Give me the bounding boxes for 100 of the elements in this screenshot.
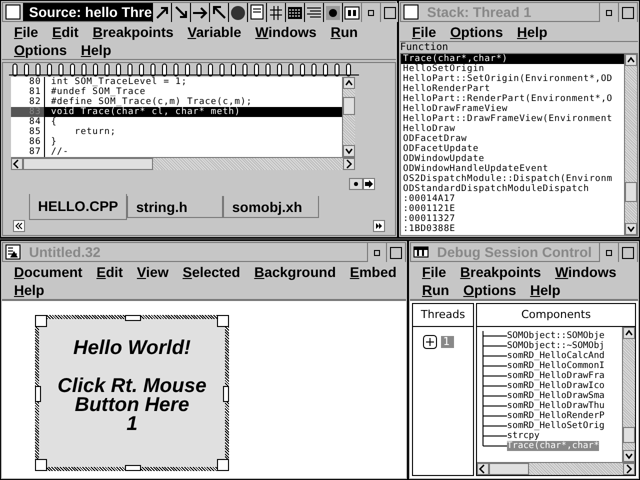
stack-frame[interactable]: HelloPart::DrawFrameView(Environment: [401, 114, 624, 124]
menu-item[interactable]: Help: [530, 282, 560, 298]
scroll-up-button[interactable]: [623, 327, 635, 339]
menu-item[interactable]: Help: [517, 24, 548, 40]
list-icon[interactable]: [304, 3, 323, 22]
component-item[interactable]: strcpy: [507, 431, 540, 441]
menu-item[interactable]: Breakpoints: [92, 24, 174, 40]
scroll-left-button[interactable]: [11, 158, 23, 170]
menu-item[interactable]: Options: [463, 282, 516, 298]
menu-item[interactable]: Variable: [188, 24, 242, 40]
scroll-tabs-left-button[interactable]: [13, 220, 25, 232]
resize-handle[interactable]: [35, 459, 47, 471]
resize-handle[interactable]: [125, 315, 141, 321]
stack-frame[interactable]: Trace(char*,char*): [401, 54, 624, 64]
stack-frame[interactable]: :1BD0388E: [401, 224, 624, 234]
scroll-up-button[interactable]: [343, 77, 355, 89]
stack-frame[interactable]: ODStandardDispatchModuleDispatch: [401, 184, 624, 194]
menu-item[interactable]: Embed: [350, 264, 397, 280]
component-item[interactable]: somRD_HelloDrawIco: [507, 381, 605, 391]
menu-item[interactable]: Windows: [555, 264, 616, 280]
minimize-button[interactable]: [367, 243, 386, 262]
menu-item[interactable]: Windows: [255, 24, 317, 40]
vertical-scrollbar[interactable]: [622, 327, 635, 462]
system-menu-icon[interactable]: [413, 244, 429, 260]
scroll-thumb[interactable]: [625, 182, 637, 202]
scroll-down-button[interactable]: [623, 450, 635, 462]
circle-icon[interactable]: [228, 3, 247, 22]
component-item[interactable]: SOMObject::~SOMObj: [507, 341, 605, 351]
menu-item[interactable]: Selected: [182, 264, 240, 280]
menu-item[interactable]: Help: [14, 282, 44, 298]
stack-frame[interactable]: HelloSetOrigin: [401, 64, 624, 74]
scroll-thumb[interactable]: [489, 463, 529, 475]
stack-frame[interactable]: ODWindowHandleUpdateEvent: [401, 164, 624, 174]
resize-handle[interactable]: [223, 386, 229, 402]
component-item[interactable]: somRD_HelloCommonI: [507, 361, 605, 371]
scroll-up-button[interactable]: [625, 54, 637, 66]
menu-item[interactable]: Run: [330, 24, 358, 40]
scroll-right-button[interactable]: [623, 463, 635, 475]
embedded-part[interactable]: Hello World! Click Rt. Mouse Button Here 1: [35, 315, 229, 471]
file-tab[interactable]: string.h: [127, 196, 224, 218]
page-forward-icon[interactable]: [363, 178, 375, 190]
component-item[interactable]: somRD_HelloRenderP: [507, 411, 605, 421]
menu-item[interactable]: Document: [14, 264, 82, 280]
maximize-button[interactable]: [380, 3, 399, 22]
stack-frame[interactable]: ODFacetUpdate: [401, 144, 624, 154]
component-item[interactable]: somRD_HelloDrawSma: [507, 391, 605, 401]
horizontal-scrollbar[interactable]: [11, 157, 355, 170]
stack-frame[interactable]: :00014A17: [401, 194, 624, 204]
menu-item[interactable]: Options: [14, 42, 67, 58]
source-line[interactable]: 81 #undef SOM_Trace: [11, 87, 342, 97]
maximize-button[interactable]: [386, 243, 405, 262]
component-item[interactable]: somRD_HelloSetOrig: [507, 421, 605, 431]
menu-item[interactable]: File: [14, 24, 38, 40]
stack-frame[interactable]: HelloPart::SetOrigin(Environment*,OD: [401, 74, 624, 84]
minimize-button[interactable]: [599, 243, 618, 262]
component-item[interactable]: somRD_HelloDrawFra: [507, 371, 605, 381]
horizontal-scrollbar[interactable]: [477, 462, 635, 475]
stack-frame[interactable]: HelloPart::RenderPart(Environment*,O: [401, 94, 624, 104]
source-line[interactable]: 80 int SOM_TraceLevel = 1;: [11, 77, 342, 87]
maximize-button[interactable]: [618, 3, 637, 22]
resize-handle[interactable]: [35, 386, 41, 402]
expand-icon[interactable]: [423, 335, 437, 349]
file-tab[interactable]: somobj.xh: [223, 196, 320, 218]
stack-frame[interactable]: OS2DispatchModule::Dispatch(Environm: [401, 174, 624, 184]
scroll-thumb[interactable]: [623, 427, 635, 443]
stack-frame[interactable]: ODFacetDraw: [401, 134, 624, 144]
resize-handle[interactable]: [35, 315, 47, 327]
stack-frame[interactable]: HelloRenderPart: [401, 84, 624, 94]
resize-handle[interactable]: [125, 465, 141, 471]
stack-frame[interactable]: HelloDrawFrameView: [401, 104, 624, 114]
minimize-button[interactable]: [360, 3, 380, 22]
scroll-left-button[interactable]: [477, 463, 489, 475]
system-menu-icon[interactable]: [403, 4, 419, 20]
source-line[interactable]: 85 return;: [11, 127, 342, 137]
menu-item[interactable]: Run: [422, 282, 450, 298]
scroll-thumb[interactable]: [23, 158, 153, 170]
vertical-scrollbar[interactable]: [342, 77, 355, 157]
scroll-thumb[interactable]: [343, 97, 355, 115]
stack-frame[interactable]: ODWindowUpdate: [401, 154, 624, 164]
component-item[interactable]: somRD_HelloDrawThu: [507, 401, 605, 411]
menu-item[interactable]: Edit: [52, 24, 79, 40]
menu-item[interactable]: Background: [254, 264, 336, 280]
menu-item[interactable]: Breakpoints: [460, 264, 542, 280]
document-icon[interactable]: [246, 3, 266, 22]
system-menu-icon[interactable]: [5, 244, 21, 260]
stack-frame[interactable]: :0001121E: [401, 204, 624, 214]
component-item[interactable]: Trace(char*,char*: [507, 441, 600, 451]
component-item[interactable]: somRD_HelloCalcAnd: [507, 351, 605, 361]
vertical-scrollbar[interactable]: [624, 54, 637, 235]
system-menu-icon[interactable]: [5, 4, 21, 20]
resize-handle[interactable]: [217, 459, 229, 471]
menu-item[interactable]: Edit: [96, 264, 123, 280]
stack-frame[interactable]: :00011327: [401, 214, 624, 224]
resize-handle[interactable]: [217, 315, 229, 327]
menu-item[interactable]: Help: [80, 42, 112, 58]
minimize-button[interactable]: [599, 3, 618, 22]
stack-frame[interactable]: HelloDraw: [401, 124, 624, 134]
scroll-down-button[interactable]: [625, 223, 637, 235]
source-line[interactable]: 86 }: [11, 137, 342, 147]
menu-item[interactable]: View: [136, 264, 169, 280]
